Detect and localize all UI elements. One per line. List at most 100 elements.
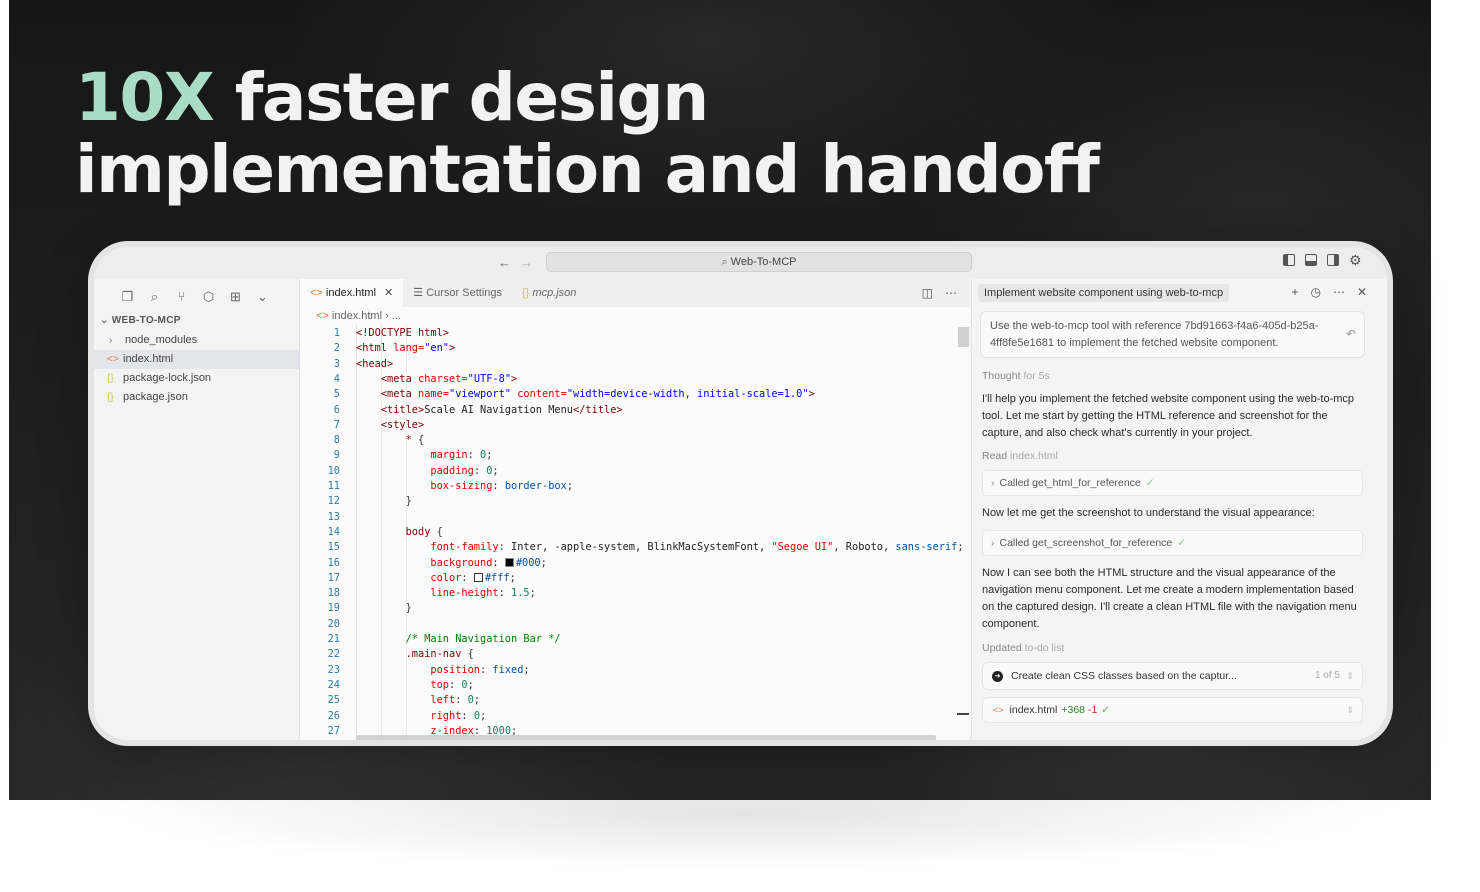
check-icon: ✓ [1101,704,1111,716]
scroll-marker [957,713,969,715]
code-line-12: } [405,495,412,508]
gear-icon[interactable]: ⚙ [1349,253,1363,267]
tab-cursor-settings[interactable]: ☰ Cursor Settings [403,279,512,307]
grid-icon[interactable]: ⊞ [228,289,243,311]
color-swatch-white[interactable] [473,572,483,582]
tool-call-screenshot[interactable]: › Called get_screenshot_for_reference ✓ [982,530,1363,556]
chat-panel: Implement website component using web-to… [971,279,1387,740]
command-center[interactable]: ⌕ Web-To-MCP [546,252,972,272]
source-control-icon[interactable]: ⑂ [174,289,189,311]
html-file-icon: <> [993,705,1004,715]
code-line-17: color: #fff; [430,571,516,584]
more-icon[interactable]: ⋯ [945,286,957,300]
chevron-down-icon: ⌄ [100,315,112,326]
line-number: 17 [327,571,340,584]
chat-title[interactable]: Implement website component using web-to… [978,284,1230,302]
tool-call-html[interactable]: › Called get_html_for_reference ✓ [982,470,1363,496]
line-number: 13 [327,510,340,523]
assistant-message: Now let me get the screenshot to underst… [982,507,1315,519]
line-number: 26 [327,709,340,722]
color-swatch-black[interactable] [504,557,514,567]
close-icon[interactable]: ✕ [1357,285,1367,299]
plus-icon[interactable]: + [1291,285,1298,299]
history-icon[interactable]: ◷ [1310,285,1320,299]
chevron-right-icon: › [991,477,995,489]
todo-count: 1 of 5 [1314,670,1340,681]
tree-item-node-modules[interactable]: › node_modules [94,331,299,350]
device-frame: ← → ⌕Web-To-MCP ⚙ ❐ ⌕ ⑂ ⬡ ⊞ ⌄ ⌄ WEB-TO- [88,241,1393,746]
activity-toolbar: ❐ ⌕ ⑂ ⬡ ⊞ ⌄ [94,279,299,311]
html-file-icon: <> [316,310,332,322]
user-prompt[interactable]: Use the web-to-mcp tool with reference 7… [980,311,1365,358]
changed-file-chip[interactable]: <> index.html +368 -1 ✓ ⇕ [982,697,1363,723]
code-line-8: * { [405,434,425,447]
json-file-icon: {} [522,287,533,299]
window-shadow [110,760,1380,870]
breadcrumb-more[interactable]: ... [392,310,401,322]
line-number: 19 [327,602,340,615]
code-line-14: body { [405,525,443,538]
line-number: 22 [327,648,340,661]
editor-tabs: <> index.html ✕ ☰ Cursor Settings {} mcp.… [300,279,969,307]
arrow-right-icon[interactable]: → [520,255,533,270]
tab-mcp-json[interactable]: {} mcp.json [512,279,586,307]
editor-area: <> index.html ✕ ☰ Cursor Settings {} mcp.… [299,279,969,740]
headline-line2: implementation and handoff [75,131,1100,208]
layout-controls: ⚙ [1283,253,1363,267]
editor-window: ← → ⌕Web-To-MCP ⚙ ❐ ⌕ ⑂ ⬡ ⊞ ⌄ ⌄ WEB-TO- [94,247,1387,740]
code-line-4: <meta charset="UTF-8"> [380,372,518,385]
code-line-3: <head> [356,357,394,370]
line-number: 24 [327,678,340,691]
code-line-16: background: #000; [430,556,547,569]
expand-icon[interactable]: ⇕ [1346,663,1354,689]
tree-item-package-json[interactable]: {} package.json [94,388,299,407]
json-file-icon: {} [107,373,114,384]
line-number: 2 [333,342,340,355]
line-number: 23 [327,663,340,676]
line-number: 3 [333,357,340,370]
undo-icon[interactable]: ↶ [1346,326,1356,343]
vertical-scrollbar[interactable] [958,327,969,347]
code-line-5: <meta name="viewport" content="width=dev… [380,388,815,401]
thought-status[interactable]: Thought for 5s [982,370,1363,382]
line-number: 1 [333,327,340,339]
line-number: 14 [327,525,340,538]
search-icon[interactable]: ⌕ [147,289,162,311]
html-file-icon: <> [107,354,119,365]
files-icon[interactable]: ❐ [120,289,135,311]
more-icon[interactable]: ⋯ [1333,285,1345,299]
split-editor-icon[interactable]: ◫ [922,286,933,300]
search-icon: ⌕ [721,256,728,268]
code-line-1: <!DOCTYPE html> [356,327,449,339]
line-number: 25 [327,694,340,707]
close-icon[interactable]: ✕ [384,287,393,299]
line-number: 4 [333,372,340,385]
tree-item-index-html[interactable]: <> index.html [94,350,299,369]
arrow-left-icon[interactable]: ← [498,255,511,270]
line-number: 20 [327,617,340,630]
arrow-right-circle-icon: ➜ [992,671,1003,682]
tree-item-package-lock-json[interactable]: {} package-lock.json [94,369,299,388]
code-editor[interactable]: 1 2 3 4 5 6 7 8 9 10 11 12 13 14 15 16 17 18 19 20 21 22 23 24 2… [300,325,969,740]
todo-item[interactable]: ➜ Create clean CSS classes based on the … [982,662,1363,690]
toggle-secondary-sidebar-icon[interactable] [1327,254,1339,266]
code-line-10: padding: 0; [430,464,499,477]
settings-list-icon: ☰ [413,287,427,299]
read-status[interactable]: Read index.html [982,450,1363,462]
lines-removed: -1 [1087,704,1098,716]
toggle-panel-icon[interactable] [1305,254,1317,266]
explorer-title[interactable]: ⌄ WEB-TO-MCP [94,311,299,331]
expand-icon[interactable]: ⇕ [1346,698,1354,722]
breadcrumb-file[interactable]: index.html [332,310,382,322]
line-number: 6 [333,403,340,416]
lines-added: +368 [1061,704,1086,716]
extensions-box-icon[interactable]: ⬡ [201,289,216,311]
toggle-primary-sidebar-icon[interactable] [1283,254,1295,266]
horizontal-scrollbar[interactable] [356,735,936,740]
tab-index-html[interactable]: <> index.html ✕ [300,279,404,307]
code-line-11: box-sizing: border-box; [430,480,574,492]
todo-updated-status: Updated to-do list [982,642,1065,654]
chevron-down-icon[interactable]: ⌄ [255,289,270,311]
code-line-25: left: 0; [430,694,481,707]
code-line-6: <title>Scale AI Navigation Menu</title> [380,403,623,416]
